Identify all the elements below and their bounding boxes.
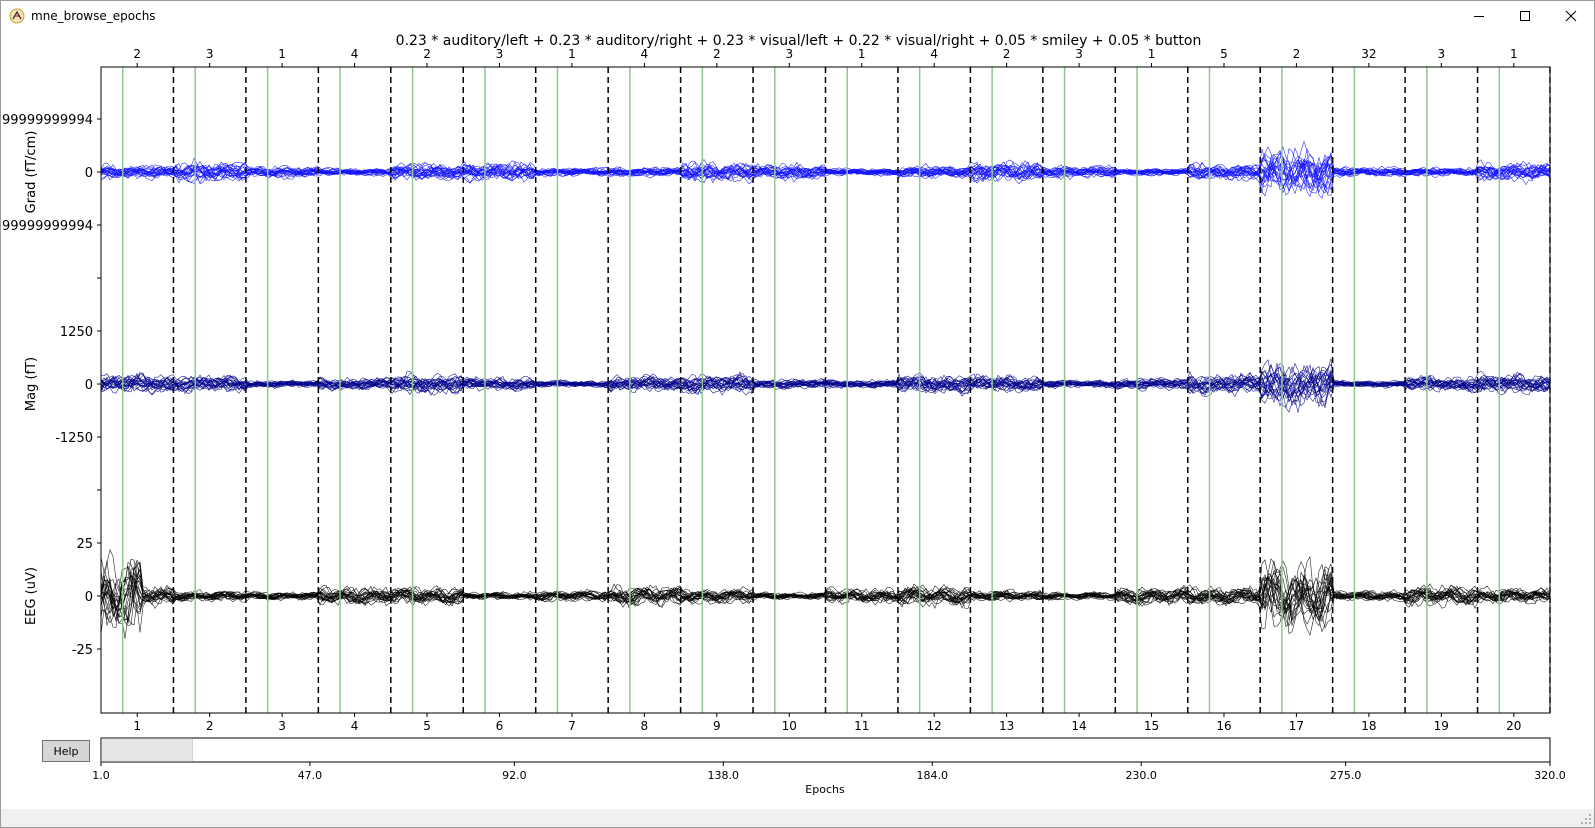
epoch-number-label: 16: [1216, 719, 1231, 733]
epoch-number-label: 6: [496, 719, 504, 733]
y-tick-label: 1250: [60, 325, 93, 340]
event-id-label: 1: [1510, 47, 1518, 61]
scrollbar-tick-label: 1.0: [92, 769, 110, 782]
event-id-label: 3: [785, 47, 793, 61]
channel-group-label: Grad (fT/cm): [24, 131, 39, 214]
y-tick-label: -1250: [55, 431, 93, 446]
epoch-number-label: 12: [927, 719, 942, 733]
epoch-number-label: 9: [713, 719, 721, 733]
epoch-number-label: 1: [133, 719, 141, 733]
close-icon: [1565, 10, 1577, 22]
title-bar[interactable]: mne_browse_epochs: [1, 1, 1594, 31]
scrollbar-tick-label: 275.0: [1329, 769, 1362, 782]
epoch-number-label: 3: [278, 719, 286, 733]
y-tick-label: 0: [85, 590, 93, 605]
scrollbar-tick-label: 184.0: [916, 769, 948, 782]
event-id-label: 32: [1361, 47, 1376, 61]
event-id-label: 4: [641, 47, 649, 61]
event-id-label: 1: [858, 47, 866, 61]
y-tick-label: 0: [85, 378, 93, 393]
epoch-number-label: 4: [351, 719, 359, 733]
epoch-number-label: 20: [1506, 719, 1521, 733]
event-id-label: 2: [713, 47, 721, 61]
event-id-label: 3: [1438, 47, 1446, 61]
epoch-number-label: 8: [641, 719, 649, 733]
scrollbar-thumb[interactable]: [101, 738, 193, 762]
epoch-markers: [121, 67, 1551, 713]
channel-group-label: EEG (uV): [24, 567, 39, 625]
scrollbar-track[interactable]: [100, 737, 1551, 763]
event-id-label: 1: [568, 47, 576, 61]
event-id-label: 2: [133, 47, 141, 61]
event-id-label: 3: [206, 47, 214, 61]
channel-group-traces: [100, 358, 1551, 413]
minimize-icon: [1474, 16, 1484, 17]
y-tick-label: 99999999994: [2, 219, 93, 234]
y-tick-label: 0: [85, 166, 93, 181]
event-id-label: 3: [1075, 47, 1083, 61]
epoch-number-label: 10: [782, 719, 797, 733]
y-tick-label: 25: [76, 537, 93, 552]
resize-grip-icon[interactable]: [1580, 813, 1592, 825]
event-id-label: 2: [1003, 47, 1011, 61]
app-window: mne_browse_epochs 99999999994 0 9999999999…: [0, 0, 1595, 828]
minimize-button[interactable]: [1456, 1, 1502, 31]
epoch-number-label: 18: [1361, 719, 1376, 733]
epochs-plot[interactable]: 99999999994099999999994Grad (fT/cm)12500…: [1, 31, 1594, 811]
scrollbar-xlabel: Epochs: [805, 783, 845, 796]
event-id-label: 4: [351, 47, 359, 61]
y-tick-label: -25: [72, 643, 93, 658]
maximize-button[interactable]: [1502, 1, 1548, 31]
epoch-number-label: 14: [1071, 719, 1086, 733]
epoch-number-label: 17: [1289, 719, 1304, 733]
epoch-number-label: 5: [423, 719, 431, 733]
window-title: mne_browse_epochs: [31, 9, 156, 23]
close-button[interactable]: [1548, 1, 1594, 31]
y-tick-label: 99999999994: [2, 113, 93, 128]
channel-group-traces: [100, 548, 1551, 639]
event-id-label: 2: [1293, 47, 1301, 61]
event-id-label: 4: [930, 47, 938, 61]
maximize-icon: [1520, 11, 1530, 21]
epoch-number-label: 7: [568, 719, 576, 733]
epoch-number-label: 15: [1144, 719, 1159, 733]
event-id-label: 3: [496, 47, 504, 61]
epoch-number-label: 13: [999, 719, 1014, 733]
scrollbar-tick-label: 47.0: [297, 769, 323, 782]
status-bar: [1, 809, 1594, 827]
epoch-number-label: 19: [1434, 719, 1449, 733]
event-id-label: 1: [278, 47, 286, 61]
epoch-scrollbar[interactable]: [100, 737, 1551, 766]
epoch-number-label: 11: [854, 719, 869, 733]
scrollbar-tick-label: 320.0: [1534, 769, 1566, 782]
epoch-number-label: 2: [206, 719, 214, 733]
event-id-label: 1: [1148, 47, 1156, 61]
channel-group-label: Mag (fT): [24, 357, 39, 411]
app-icon: [9, 8, 25, 24]
scrollbar-tick-label: 92.0: [502, 769, 527, 782]
help-button[interactable]: Help: [42, 740, 90, 762]
event-id-label: 2: [423, 47, 431, 61]
scrollbar-tick-label: 138.0: [707, 769, 740, 782]
scrollbar-tick-label: 230.0: [1125, 769, 1157, 782]
event-id-label: 5: [1220, 47, 1228, 61]
